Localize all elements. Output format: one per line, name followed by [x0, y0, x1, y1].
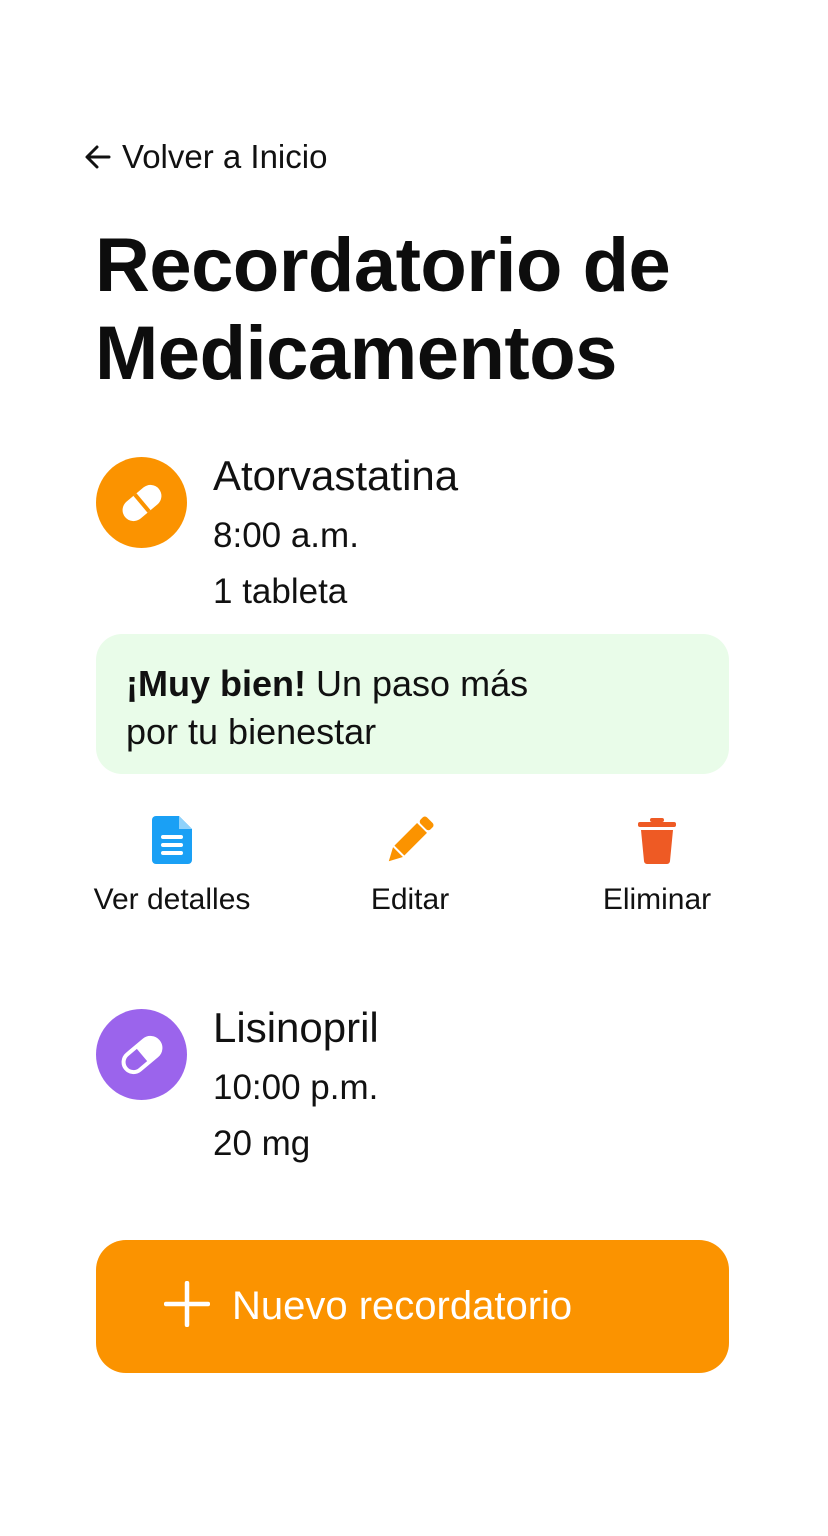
encouragement-strong: ¡Muy bien! [126, 663, 306, 704]
medication-card-lisinopril[interactable]: Lisinopril 10:00 p.m. 20 mg [96, 1004, 736, 1164]
plus-icon [163, 1280, 211, 1332]
medication-time: 10:00 p.m. [213, 1068, 379, 1107]
delete-label: Eliminar [602, 883, 712, 916]
encouragement-banner: ¡Muy bien! Un paso más por tu bienestar [96, 634, 729, 774]
edit-label: Editar [370, 883, 450, 916]
edit-button[interactable]: Editar [350, 812, 470, 918]
back-link-label: Volver a Inicio [122, 138, 328, 175]
medication-dose: 20 mg [213, 1124, 311, 1163]
medication-name: Lisinopril [213, 1004, 379, 1051]
encouragement-line1: Un paso más [305, 663, 529, 704]
new-reminder-button[interactable]: Nuevo recordatorio [96, 1240, 729, 1373]
medication-dose: 1 tableta [213, 572, 348, 611]
medication-name: Atorvastatina [213, 452, 459, 499]
medication-time: 8:00 a.m. [213, 516, 359, 555]
trash-icon [637, 812, 677, 868]
pill-icon [96, 1009, 187, 1100]
pencil-icon [384, 812, 436, 868]
back-to-home-link[interactable]: Volver a Inicio [84, 138, 327, 176]
delete-button[interactable]: Eliminar [594, 812, 720, 918]
medication-card-atorvastatina[interactable]: Atorvastatina 8:00 a.m. 1 tableta [96, 452, 736, 612]
pill-icon [96, 457, 187, 548]
view-details-label: Ver detalles [93, 883, 251, 916]
view-details-button[interactable]: Ver detalles [86, 812, 258, 918]
new-reminder-label: Nuevo recordatorio [232, 1284, 573, 1328]
encouragement-line2: por tu bienestar [126, 711, 377, 752]
document-icon [152, 812, 192, 868]
page-title: Recordatorio de Medicamentos [95, 223, 671, 396]
arrow-left-icon [84, 143, 112, 171]
